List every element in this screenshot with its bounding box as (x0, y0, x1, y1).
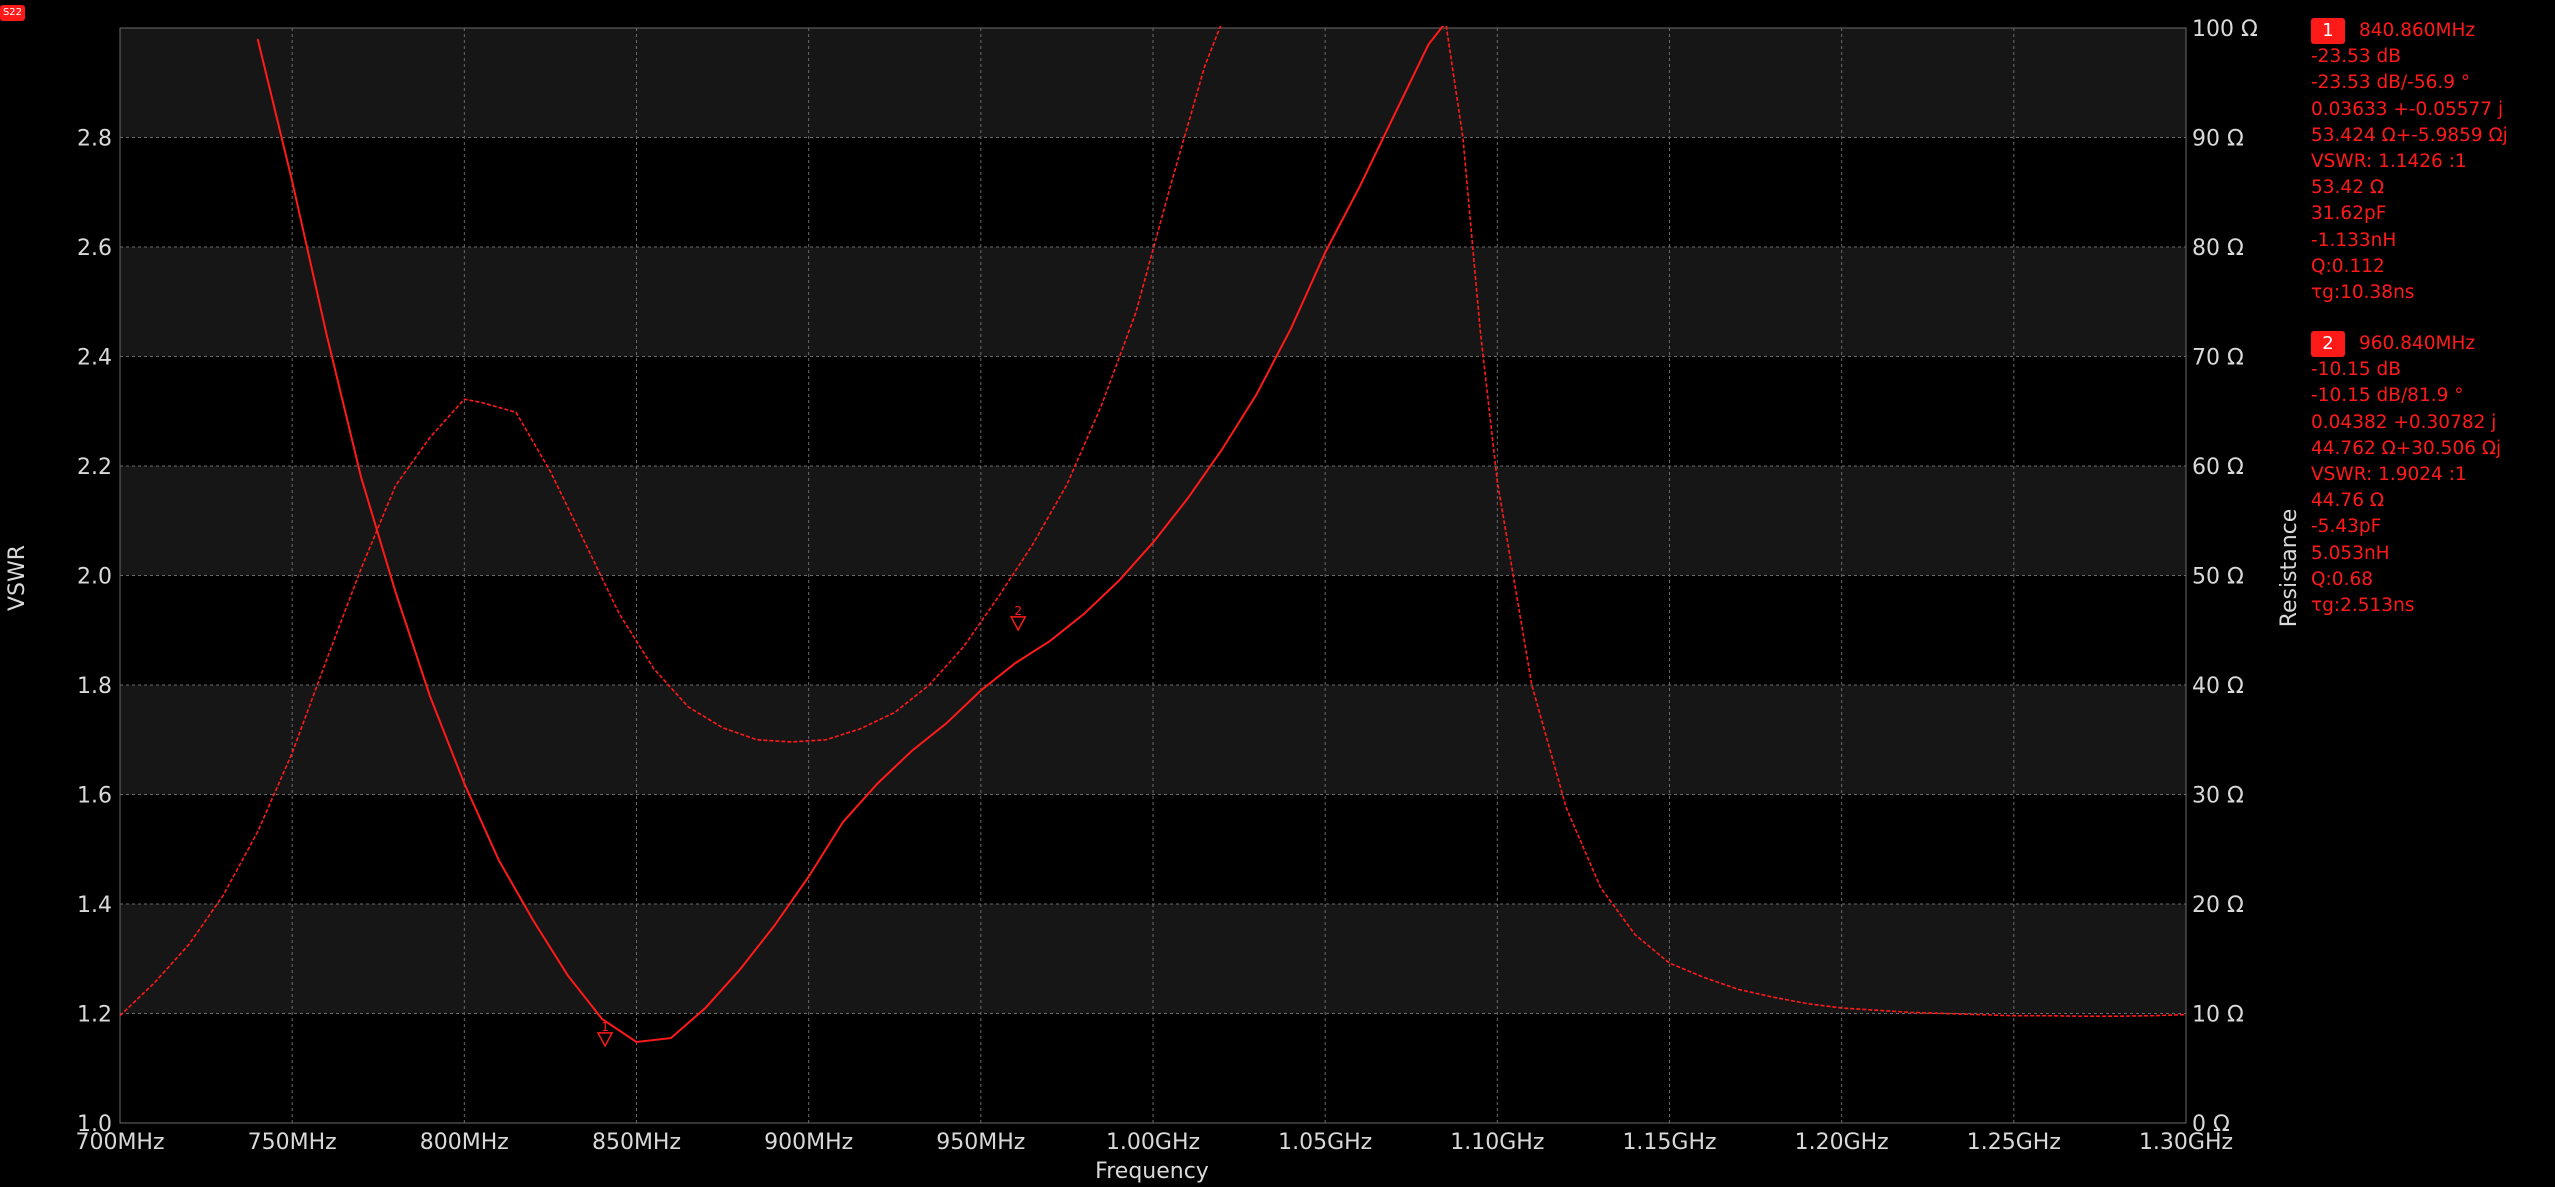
y-tick-label: 2.8 (77, 127, 112, 152)
marker-badge[interactable]: 2 (2311, 331, 2345, 358)
x-tick-label: 1.20GHz (1795, 1130, 1889, 1155)
y-axis-title: VSWR (5, 545, 30, 611)
y2-tick-label: 70 Ω (2192, 346, 2244, 371)
x-tick-label: 850MHz (592, 1130, 681, 1155)
marker-readout-2: 2 960.840MHz -10.15 dB -10.15 dB/81.9 ° 0.04… (2311, 331, 2551, 619)
marker-readout-line: 31.62pF (2311, 203, 2387, 225)
y2-tick-label: 0 Ω (2192, 1112, 2230, 1137)
y2-tick-label: 40 Ω (2192, 674, 2244, 699)
marker-readout-line: -1.133nH (2311, 229, 2397, 251)
marker-readout-header: 1 840.860MHz (2311, 18, 2551, 45)
y2-tick-label: 100 Ω (2192, 17, 2258, 42)
marker-readout-1: 1 840.860MHz -23.53 dB -23.53 dB/-56.9 ° 0.0… (2311, 18, 2551, 306)
marker-triangle (596, 1032, 614, 1048)
marker-readout-line: τg:2.513ns (2311, 595, 2415, 617)
x-tick-label: 800MHz (420, 1130, 509, 1155)
marker-frequency: 840.860MHz (2359, 20, 2476, 41)
y-tick-label: 1.0 (77, 1112, 112, 1137)
x-tick-label: 750MHz (248, 1130, 337, 1155)
marker-readout-line: Q:0.68 (2311, 568, 2373, 590)
marker-frequency: 960.840MHz (2359, 333, 2476, 354)
x-tick-label: 1.00GHz (1106, 1130, 1200, 1155)
marker-readout-line: 53.42 Ω (2311, 177, 2384, 199)
marker-readout-line: VSWR: 1.1426 :1 (2311, 151, 2467, 173)
marker-readout-line: 0.04382 +0.30782 j (2311, 411, 2497, 433)
marker-readout-line: 5.053nH (2311, 542, 2390, 564)
x-tick-label: 950MHz (936, 1130, 1025, 1155)
y2-tick-label: 30 Ω (2192, 784, 2244, 809)
y-tick-label: 2.4 (77, 346, 112, 371)
y-tick-label: 2.2 (77, 455, 112, 480)
marker-triangle (1009, 616, 1027, 632)
marker-readout-line: -23.53 dB/-56.9 ° (2311, 72, 2471, 94)
y2-axis-title: Resistance (2277, 509, 2302, 628)
x-tick-label: 1.25GHz (1967, 1130, 2061, 1155)
marker-readout-line: -5.43pF (2311, 516, 2382, 538)
y2-tick-label: 60 Ω (2192, 455, 2244, 480)
marker-readout-line: 44.76 Ω (2311, 490, 2384, 512)
y-tick-label: 1.4 (77, 893, 112, 918)
marker-badge[interactable]: 1 (2311, 18, 2345, 45)
marker-readout-line: -10.15 dB (2311, 359, 2401, 381)
marker-readout-line: 53.424 Ω+-5.9859 Ωj (2311, 124, 2508, 146)
marker-readout-line: Q:0.112 (2311, 255, 2385, 277)
y-tick-label: 2.0 (77, 565, 112, 590)
marker-readout-line: 0.03633 +-0.05577 j (2311, 98, 2504, 120)
marker-readout-line: 44.762 Ω+30.506 Ωj (2311, 437, 2502, 459)
y-tick-label: 1.2 (77, 1003, 112, 1028)
x-axis-title: Frequency (1095, 1159, 1209, 1184)
marker-number: 2 (1014, 604, 1022, 618)
marker-readout-line: τg:10.38ns (2311, 282, 2415, 304)
y2-tick-label: 80 Ω (2192, 236, 2244, 261)
y-tick-label: 1.8 (77, 674, 112, 699)
marker-readout-line: VSWR: 1.9024 :1 (2311, 464, 2467, 486)
y2-tick-label: 20 Ω (2192, 893, 2244, 918)
marker-readout-header: 2 960.840MHz (2311, 331, 2551, 358)
x-tick-label: 1.10GHz (1450, 1130, 1544, 1155)
marker-number: 1 (601, 1020, 609, 1034)
y-tick-label: 1.6 (77, 784, 112, 809)
x-tick-label: 1.05GHz (1278, 1130, 1372, 1155)
y2-tick-label: 50 Ω (2192, 565, 2244, 590)
marker-readout-line: -10.15 dB/81.9 ° (2311, 385, 2464, 407)
vswr-chart: 12 700MHz 750MHz 800MHz 850MHz 900MHz 950MHz 1… (5, 17, 2302, 1184)
y2-tick-label: 90 Ω (2192, 127, 2244, 152)
x-tick-label: 1.15GHz (1622, 1130, 1716, 1155)
y2-tick-label: 10 Ω (2192, 1003, 2244, 1028)
x-tick-label: 900MHz (764, 1130, 853, 1155)
marker-readout-line: -23.53 dB (2311, 46, 2401, 68)
y-tick-label: 2.6 (77, 236, 112, 261)
